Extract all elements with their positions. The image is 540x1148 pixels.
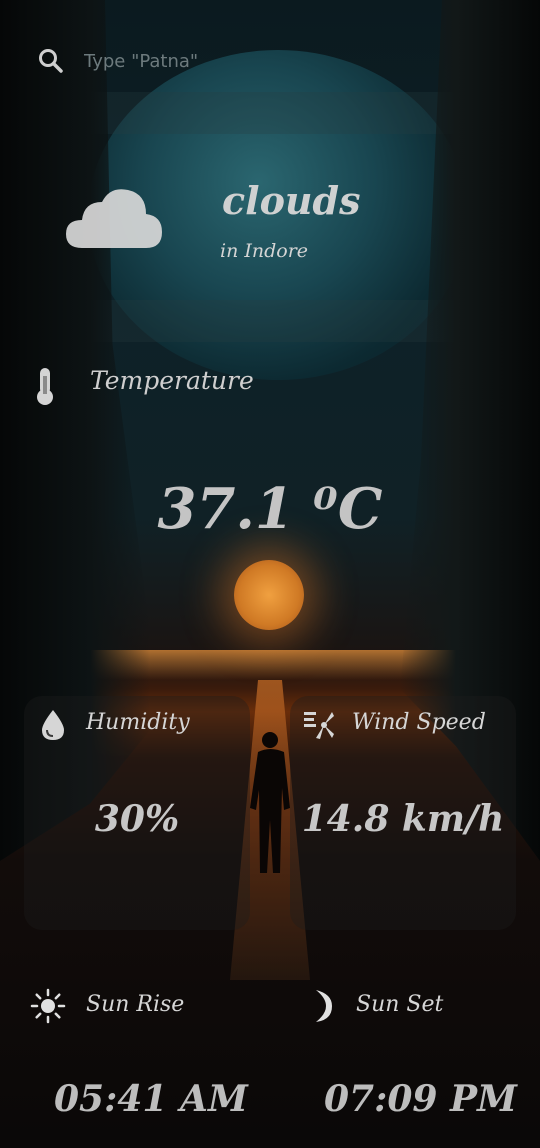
sunset-label: Sun Set [356, 992, 444, 1017]
humidity-card: Humidity 30% [24, 696, 250, 930]
wind-speed-value: 14.8 km/h [301, 798, 505, 840]
wind-icon [304, 712, 334, 739]
wind-speed-card: Wind Speed 14.8 km/h [290, 696, 516, 930]
cloud-icon [66, 189, 162, 248]
temperature-label: Temperature [90, 366, 254, 395]
thermometer-icon [37, 368, 53, 405]
weather-condition: clouds [222, 178, 361, 223]
sunrise-time: 05:41 AM [54, 1078, 248, 1120]
sun-icon [30, 988, 66, 1024]
temperature-value: 37.1 ⁰C [157, 476, 383, 542]
sunset-time: 07:09 PM [324, 1078, 517, 1120]
location-label: in Indore [220, 240, 309, 262]
search-bar[interactable] [24, 30, 494, 92]
search-icon[interactable] [36, 46, 66, 76]
sunrise-label: Sun Rise [86, 992, 185, 1017]
humidity-label: Humidity [86, 710, 190, 735]
city-search-input[interactable] [82, 49, 446, 73]
wind-speed-label: Wind Speed [352, 710, 486, 735]
droplet-icon [42, 710, 64, 740]
moon-icon [316, 990, 332, 1022]
humidity-value: 30% [94, 798, 180, 840]
